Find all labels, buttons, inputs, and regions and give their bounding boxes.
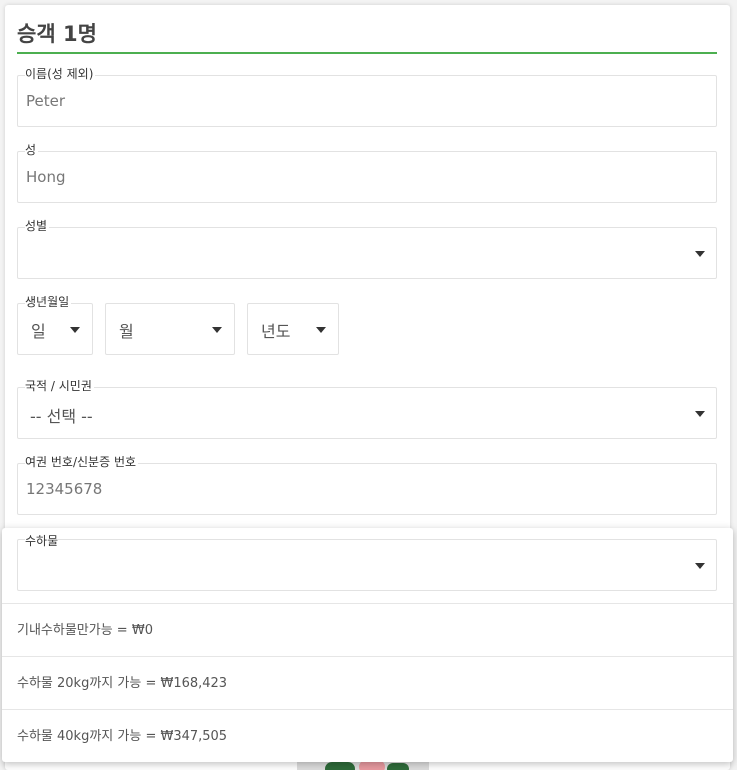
gender-label: 성별: [25, 219, 50, 233]
dob-day-value: 일: [31, 322, 46, 341]
dob-month-value: 월: [119, 322, 134, 341]
first-name-field[interactable]: Peter: [17, 75, 717, 127]
chevron-down-icon: [695, 563, 705, 569]
dob-month-select[interactable]: 월: [105, 303, 235, 355]
last-name-value: Hong: [26, 168, 66, 186]
first-name-value: Peter: [26, 92, 66, 110]
dob-year-value: 년도: [261, 322, 291, 341]
dob-label: 생년월일: [25, 295, 72, 309]
last-name-label: 성: [25, 143, 39, 157]
passport-field[interactable]: 12345678: [17, 463, 717, 515]
chevron-down-icon: [695, 411, 705, 417]
nationality-select[interactable]: -- 선택 --: [17, 387, 717, 439]
baggage-select[interactable]: [17, 539, 717, 591]
baggage-dropdown: 수하물 기내수하물만가능 = ₩0 수하물 20kg까지 가능 = ₩168,4…: [2, 528, 733, 762]
baggage-option-carry-on[interactable]: 기내수하물만가능 = ₩0: [2, 603, 733, 656]
chevron-down-icon: [316, 327, 326, 333]
last-name-field[interactable]: Hong: [17, 151, 717, 203]
gender-select[interactable]: [17, 227, 717, 279]
passport-label: 여권 번호/신분증 번호: [25, 455, 139, 469]
dob-year-select[interactable]: 년도: [247, 303, 339, 355]
chevron-down-icon: [212, 327, 222, 333]
title-divider: [17, 52, 717, 54]
baggage-option-40kg[interactable]: 수하물 40kg까지 가능 = ₩347,505: [2, 709, 733, 762]
baggage-label: 수하물: [25, 532, 59, 549]
chevron-down-icon: [695, 251, 705, 257]
passport-value: 12345678: [26, 480, 103, 498]
nationality-label: 국적 / 시민권: [25, 379, 94, 393]
baggage-option-20kg[interactable]: 수하물 20kg까지 가능 = ₩168,423: [2, 656, 733, 709]
first-name-label: 이름(성 제외): [25, 67, 96, 81]
passenger-title: 승객 1명: [17, 22, 97, 46]
nationality-value: -- 선택 --: [30, 407, 93, 426]
dob-day-select[interactable]: 일: [17, 303, 93, 355]
chevron-down-icon: [70, 327, 80, 333]
